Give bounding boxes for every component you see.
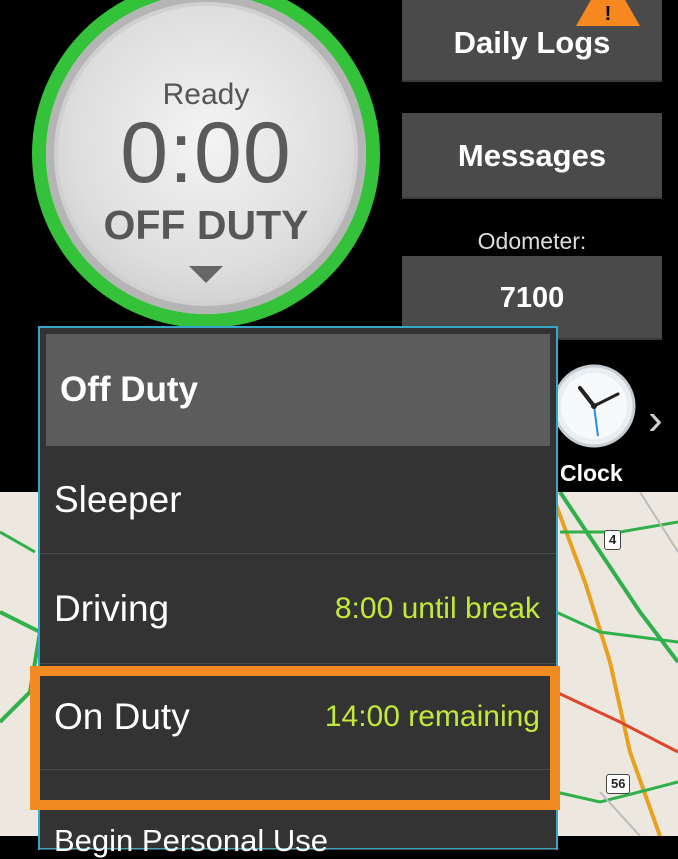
selection-highlight — [30, 666, 560, 810]
menu-item-off-duty[interactable]: Off Duty — [46, 334, 550, 446]
route-badge: 4 — [604, 530, 622, 550]
warning-mark: ! — [604, 3, 612, 25]
duty-status-dial[interactable]: Ready 0:00 OFF DUTY — [32, 0, 380, 328]
clock-icon[interactable] — [552, 364, 636, 448]
dial-face: Ready 0:00 OFF DUTY — [46, 0, 366, 314]
menu-item-label: Begin Personal Use — [54, 823, 328, 858]
menu-item-sleeper[interactable]: Sleeper — [40, 446, 556, 554]
menu-item-driving[interactable]: Driving 8:00 until break — [40, 554, 556, 664]
menu-item-label: Off Duty — [60, 370, 199, 409]
messages-button[interactable]: Messages — [402, 113, 662, 199]
driving-remaining-note: 8:00 until break — [334, 591, 540, 625]
status-timer: 0:00 — [120, 105, 292, 201]
chevron-right-icon[interactable]: › — [648, 398, 663, 442]
menu-item-label: Driving — [54, 587, 170, 629]
route-badge: 56 — [606, 774, 631, 794]
current-duty-status: OFF DUTY — [103, 202, 309, 248]
odometer-label: Odometer: — [477, 228, 587, 254]
menu-item-label: Sleeper — [54, 478, 182, 520]
dropdown-arrow-icon[interactable] — [189, 266, 223, 283]
clock-label[interactable]: Clock — [560, 460, 623, 487]
